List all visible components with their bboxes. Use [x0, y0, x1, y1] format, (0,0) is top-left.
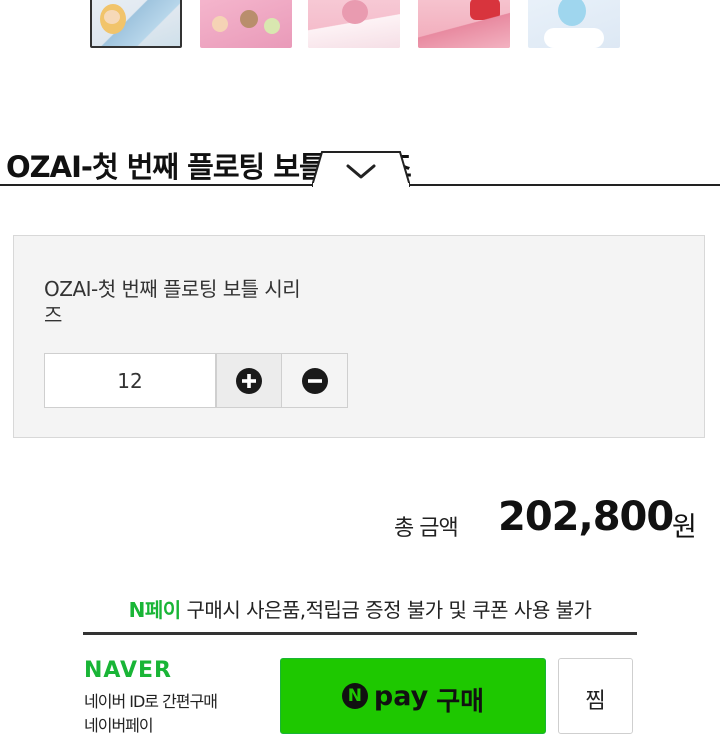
thumbnail-2[interactable] — [200, 0, 292, 48]
npay-buy-label: 구매 — [436, 687, 485, 717]
currency-unit: 원 — [672, 512, 697, 543]
selected-option-panel: OZAI-첫 번째 플로팅 보틀 시리즈 — [13, 235, 705, 438]
naver-logo: NAVER — [84, 658, 172, 683]
notice-divider — [83, 632, 637, 635]
thumbnail-3[interactable] — [308, 0, 400, 48]
quantity-input[interactable] — [44, 353, 216, 408]
naver-desc-line1: 네이버 ID로 간편구매 — [84, 692, 218, 711]
npay-notice-text: 구매시 사은품,적립금 증정 불가 및 쿠폰 사용 불가 — [180, 598, 592, 622]
npay-notice-brand: N페이 — [128, 598, 182, 622]
chevron-down-icon — [310, 151, 412, 189]
total-label: 총 금액 — [394, 516, 459, 541]
collapse-toggle[interactable] — [310, 150, 412, 189]
naver-desc-line2: 네이버페이 — [84, 716, 154, 735]
quantity-decrease-button[interactable] — [282, 353, 348, 408]
npay-notice: N페이 구매시 사은품,적립금 증정 불가 및 쿠폰 사용 불가 — [83, 594, 637, 623]
thumbnail-1[interactable] — [90, 0, 182, 48]
thumbnail-strip: ‹ › — [0, 0, 720, 50]
npay-buy-button[interactable]: N pay 구매 — [280, 658, 546, 734]
minus-circle-icon — [301, 367, 328, 394]
wishlist-button[interactable]: 찜 — [558, 658, 633, 734]
option-name: OZAI-첫 번째 플로팅 보틀 시리즈 — [44, 277, 301, 327]
naver-description: 네이버 ID로 간편구매 네이버페이 — [84, 690, 274, 738]
npay-pay-label: pay — [373, 681, 429, 712]
total-amount: 202,800 — [498, 494, 674, 540]
plus-circle-icon — [236, 367, 262, 394]
thumbnail-5[interactable] — [528, 0, 620, 48]
quantity-increase-button[interactable] — [216, 353, 282, 408]
thumbnail-4[interactable] — [418, 0, 510, 48]
npay-n-icon: N — [341, 683, 368, 709]
